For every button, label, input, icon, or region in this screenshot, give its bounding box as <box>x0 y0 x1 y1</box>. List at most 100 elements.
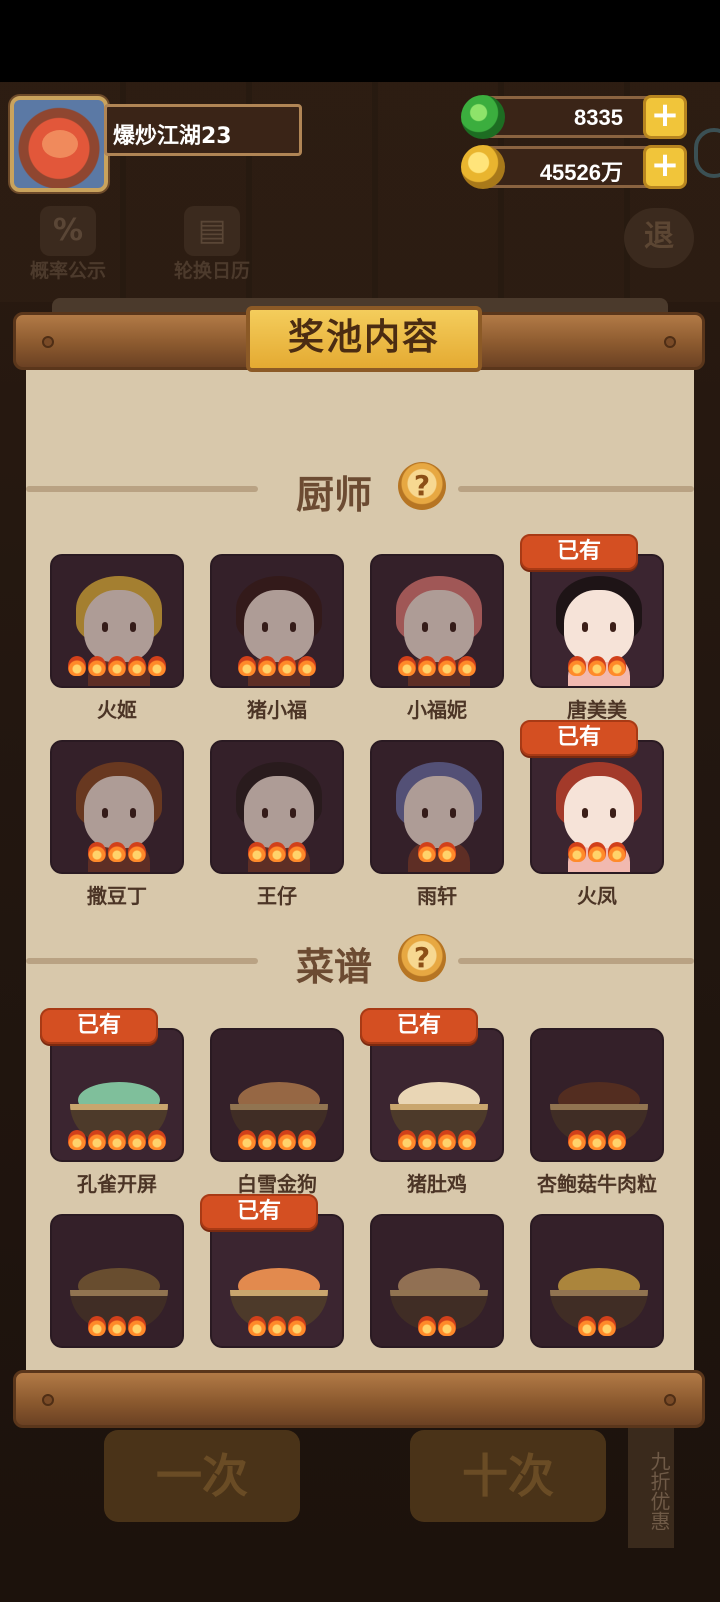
chef-card[interactable]: 火姬 <box>50 554 184 723</box>
flame-icon <box>268 842 286 862</box>
recipe-portrait[interactable] <box>50 1028 184 1162</box>
recipe-card[interactable]: 已有猪肚鸡 <box>360 1008 504 1197</box>
probability-button[interactable]: % 概率公示 <box>18 206 118 283</box>
single-draw-button: 一次 <box>104 1430 300 1522</box>
chef-face <box>244 590 314 662</box>
ten-draw-button: 十次 <box>410 1430 606 1522</box>
flame-icon <box>108 1130 126 1150</box>
recipe-portrait[interactable] <box>50 1214 184 1348</box>
calendar-button[interactable]: ▤ 轮换日历 <box>162 206 262 283</box>
recipe-portrait[interactable] <box>210 1214 344 1348</box>
recipes-section-title: 菜谱 <box>296 945 373 989</box>
star-rating <box>52 1316 182 1340</box>
chefs-help-icon[interactable]: ? <box>398 462 446 510</box>
recipe-card[interactable] <box>530 1214 664 1348</box>
add-jade-button[interactable]: + <box>643 95 687 139</box>
scroll-bottom-rod <box>13 1370 705 1428</box>
star-rating <box>212 842 342 866</box>
owned-badge: 已有 <box>360 1008 478 1044</box>
flame-icon <box>288 842 306 862</box>
side-ring-icon[interactable] <box>694 128 720 178</box>
chef-card[interactable]: 猪小福 <box>210 554 344 723</box>
coin-value: 45526万 <box>539 160 623 185</box>
chef-name: 撒豆丁 <box>87 884 147 908</box>
calendar-icon: ▤ <box>184 206 240 256</box>
flame-icon <box>288 1316 306 1336</box>
flame-icon <box>458 1130 476 1150</box>
add-coin-button[interactable]: + <box>643 145 687 189</box>
prize-pool-panel[interactable]: 厨师 ? 火姬 猪小福 小福妮 已有 唐美美 撒豆丁 王仔 雨轩 已有 火凤 菜谱 ? 已有 孔雀开… <box>26 366 694 1370</box>
rod-nail <box>42 336 54 348</box>
chef-eye <box>582 808 588 818</box>
star-rating <box>532 656 662 680</box>
recipe-card[interactable]: 已有 孔雀开屏 <box>40 1008 184 1197</box>
flame-icon <box>258 1130 276 1150</box>
recipe-portrait[interactable] <box>370 1214 504 1348</box>
flame-icon <box>258 656 276 676</box>
chef-card[interactable]: 雨轩 <box>370 740 504 909</box>
exit-button[interactable]: 退 <box>624 208 694 268</box>
player-name: 爆炒江湖23 <box>104 104 302 156</box>
flame-icon <box>298 1130 316 1150</box>
recipe-name: 猪肚鸡 <box>407 1172 467 1196</box>
recipe-name: 孔雀开屏 <box>77 1172 157 1196</box>
coin-icon <box>461 145 505 189</box>
recipe-card[interactable] <box>370 1214 504 1348</box>
flame-icon <box>248 1316 266 1336</box>
percent-icon: % <box>40 206 96 256</box>
flame-icon <box>238 1130 256 1150</box>
star-rating <box>532 842 662 866</box>
chef-name: 雨轩 <box>417 884 457 908</box>
chef-portrait[interactable] <box>530 554 664 688</box>
chef-card[interactable]: 撒豆丁 <box>50 740 184 909</box>
flame-icon <box>238 656 256 676</box>
flame-icon <box>418 1316 436 1336</box>
chef-portrait[interactable] <box>210 554 344 688</box>
flame-icon <box>438 842 456 862</box>
recipe-portrait[interactable] <box>530 1028 664 1162</box>
chef-name: 猪小福 <box>247 698 307 722</box>
chef-eye <box>262 808 268 818</box>
flame-icon <box>418 656 436 676</box>
dish-food <box>238 1082 320 1118</box>
recipe-name: 白雪金狗 <box>237 1172 317 1196</box>
calendar-label: 轮换日历 <box>173 260 250 282</box>
chef-eye <box>130 808 136 818</box>
divider <box>458 486 694 492</box>
chef-hair <box>236 762 322 828</box>
chef-card[interactable]: 已有 唐美美 <box>520 534 664 723</box>
discount-tag: 九折优惠 <box>628 1428 674 1548</box>
player-avatar[interactable] <box>10 96 108 192</box>
jade-currency: 8335 + <box>461 95 687 139</box>
star-rating <box>52 656 182 680</box>
flame-icon <box>578 1316 596 1336</box>
flame-icon <box>608 656 626 676</box>
chef-portrait[interactable] <box>210 740 344 874</box>
chef-name: 唐美美 <box>567 698 627 722</box>
star-rating <box>532 1316 662 1340</box>
chef-hair <box>396 762 482 828</box>
jade-icon <box>461 95 505 139</box>
recipe-portrait[interactable] <box>530 1214 664 1348</box>
recipe-portrait[interactable] <box>370 1028 504 1162</box>
chef-card[interactable]: 已有 火凤 <box>520 720 664 909</box>
star-rating <box>52 842 182 866</box>
chef-portrait[interactable] <box>530 740 664 874</box>
recipes-help-icon[interactable]: ? <box>398 934 446 982</box>
chef-portrait[interactable] <box>50 740 184 874</box>
recipe-card[interactable]: 白雪金狗 <box>210 1028 344 1197</box>
recipe-card[interactable]: 杏鲍菇牛肉粒 <box>530 1028 664 1197</box>
recipe-card[interactable]: 已有 <box>200 1194 344 1348</box>
recipe-portrait[interactable] <box>210 1028 344 1162</box>
chef-portrait[interactable] <box>370 740 504 874</box>
star-rating <box>372 656 502 680</box>
chef-portrait[interactable] <box>50 554 184 688</box>
recipe-card[interactable] <box>50 1214 184 1348</box>
chef-card[interactable]: 小福妮 <box>370 554 504 723</box>
chef-card[interactable]: 王仔 <box>210 740 344 909</box>
chef-hair <box>236 576 322 642</box>
chef-name: 王仔 <box>257 884 297 908</box>
avatar-face <box>42 130 78 158</box>
chef-portrait[interactable] <box>370 554 504 688</box>
flame-icon <box>398 656 416 676</box>
